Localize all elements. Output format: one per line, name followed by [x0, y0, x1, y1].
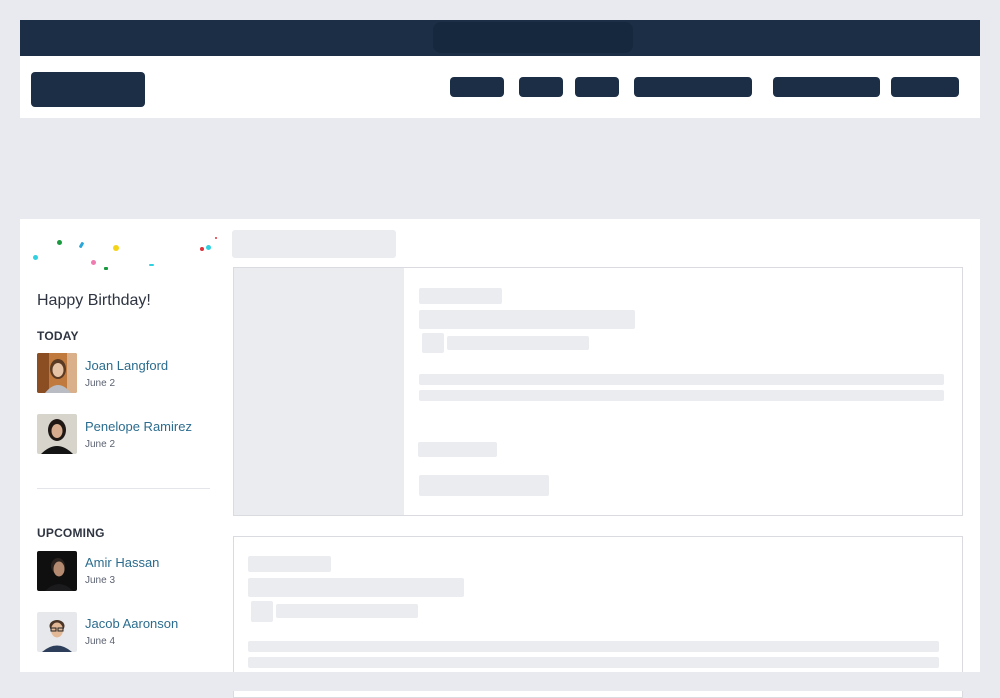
skeleton-line: [418, 442, 497, 457]
nav-item-5[interactable]: [773, 77, 880, 97]
avatar[interactable]: [37, 414, 77, 454]
upcoming-label: UPCOMING: [37, 526, 105, 540]
card-image-skeleton: [234, 268, 404, 515]
person-name-link[interactable]: Jacob Aaronson: [85, 616, 178, 631]
avatar-jacob-aaronson: [37, 612, 77, 652]
skeleton-line: [276, 604, 418, 618]
skeleton-line: [447, 336, 589, 350]
person-name-link[interactable]: Amir Hassan: [85, 555, 159, 570]
avatar[interactable]: [37, 353, 77, 393]
divider: [37, 488, 210, 489]
skeleton-line: [419, 310, 635, 329]
top-search-bar[interactable]: [433, 22, 633, 53]
page-bottom-margin: [0, 672, 1000, 691]
feed-header-skeleton: [232, 230, 396, 258]
person-name-link[interactable]: Joan Langford: [85, 358, 168, 373]
person-name-link[interactable]: Penelope Ramirez: [85, 419, 192, 434]
nav-item-4[interactable]: [634, 77, 752, 97]
today-label: TODAY: [37, 329, 79, 343]
skeleton-line: [419, 288, 502, 304]
person-date: June 3: [85, 575, 116, 586]
person-date: June 4: [85, 636, 116, 647]
skeleton-avatar: [422, 333, 444, 353]
skeleton-line: [419, 390, 944, 401]
person-date: June 2: [85, 439, 116, 450]
nav-item-6[interactable]: [891, 77, 959, 97]
avatar-amir-hassan: [37, 551, 77, 591]
person-date: June 2: [85, 378, 116, 389]
skeleton-line: [248, 578, 464, 597]
skeleton-line: [248, 556, 331, 572]
nav-item-1[interactable]: [450, 77, 504, 97]
skeleton-line: [248, 657, 939, 668]
skeleton-line: [419, 374, 944, 385]
birthday-title: Happy Birthday!: [37, 292, 151, 309]
avatar-joan-langford: [37, 353, 77, 393]
skeleton-line: [248, 641, 939, 652]
skeleton-button: [419, 475, 549, 496]
logo-placeholder[interactable]: [31, 72, 145, 107]
nav-item-2[interactable]: [519, 77, 563, 97]
avatar-penelope-ramirez: [37, 414, 77, 454]
nav-item-3[interactable]: [575, 77, 619, 97]
skeleton-avatar: [251, 601, 273, 622]
avatar[interactable]: [37, 551, 77, 591]
avatar[interactable]: [37, 612, 77, 652]
